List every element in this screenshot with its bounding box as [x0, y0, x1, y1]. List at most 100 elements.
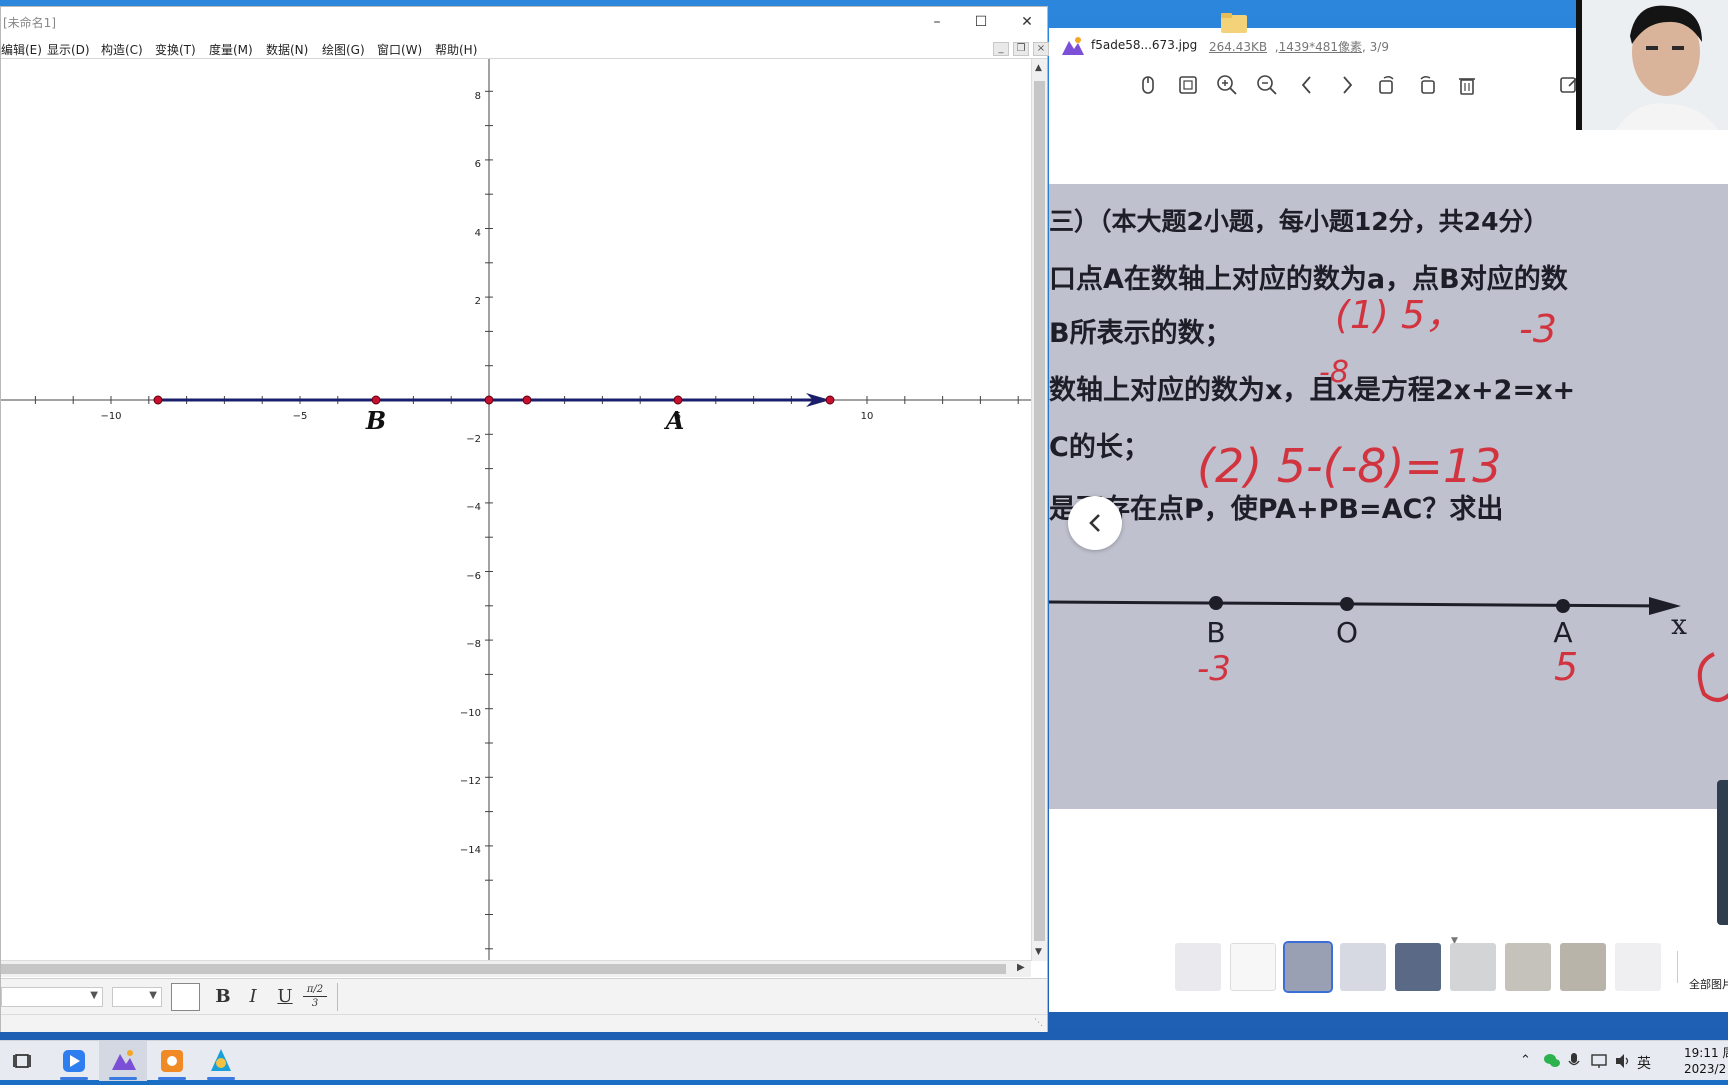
photo-label: O: [1336, 616, 1358, 649]
doc-close-button[interactable]: ×: [1033, 42, 1049, 56]
status-bar: ⋱: [1, 1014, 1047, 1032]
thumbnail[interactable]: [1450, 943, 1496, 991]
thumbnail[interactable]: [1395, 943, 1441, 991]
handwriting: -3: [1197, 649, 1231, 689]
menu-help[interactable]: 帮助(H): [435, 41, 477, 58]
previous-icon[interactable]: [1294, 72, 1320, 98]
mouse-icon[interactable]: [1135, 72, 1161, 98]
handwriting: -3: [1519, 307, 1557, 351]
printed-line: 数轴上对应的数为x，且x是方程2x+2=x+: [1049, 374, 1575, 406]
y-tick-label: −12: [460, 776, 481, 787]
doc-restore-button[interactable]: ❐: [1013, 42, 1029, 56]
point-a[interactable]: [673, 395, 683, 405]
task-view-button[interactable]: [0, 1041, 48, 1081]
file-meta: 264.43KB ,1439*481像素, 3/9: [1209, 40, 1389, 54]
next-icon[interactable]: [1334, 72, 1360, 98]
thumbnail[interactable]: [1175, 943, 1221, 991]
thumbnail[interactable]: [1560, 943, 1606, 991]
thumbnail[interactable]: [1505, 943, 1551, 991]
folder-icon[interactable]: [1220, 12, 1248, 34]
wechat-icon[interactable]: [1543, 1052, 1561, 1070]
y-tick-label: 6: [475, 159, 481, 170]
scroll-thumb[interactable]: [1, 964, 1006, 974]
point-unit[interactable]: [522, 395, 532, 405]
zoom-out-icon[interactable]: [1254, 72, 1280, 98]
point-origin[interactable]: [484, 395, 494, 405]
fit-screen-icon[interactable]: [1175, 72, 1201, 98]
menu-data[interactable]: 数据(N): [266, 41, 308, 58]
minimize-button[interactable]: –: [919, 10, 955, 34]
rotate-right-icon[interactable]: [1414, 72, 1440, 98]
photo-point-o: [1340, 597, 1354, 611]
all-images-link[interactable]: 全部图片: [1689, 976, 1728, 992]
printed-line: B所表示的数；: [1049, 317, 1232, 349]
show-hidden-icons-icon[interactable]: ⌃: [1520, 1053, 1531, 1068]
rotate-left-icon[interactable]: [1374, 72, 1400, 98]
sketch-canvas[interactable]: −10 −5 5 10 8 6 4 2 −2 −4 −6 −8 −10 −12 …: [1, 59, 1031, 960]
taskbar-app-slides[interactable]: [148, 1041, 196, 1081]
zoom-in-icon[interactable]: [1214, 72, 1240, 98]
strip-divider: [1677, 951, 1678, 983]
scroll-thumb[interactable]: [1034, 81, 1045, 941]
x-tick-label: −10: [100, 411, 121, 422]
taskbar-app-photos[interactable]: [99, 1041, 147, 1081]
file-size[interactable]: 264.43KB: [1209, 40, 1267, 54]
scroll-up-icon[interactable]: ▲: [1035, 63, 1042, 73]
chevron-down-icon: ▼: [149, 990, 157, 1001]
thumbnail-selected[interactable]: [1283, 941, 1333, 993]
y-tick-label: −8: [466, 639, 481, 650]
menu-display[interactable]: 显示(D): [47, 41, 90, 58]
image-dimensions[interactable]: 1439*481像素: [1279, 40, 1362, 54]
side-panel-tab[interactable]: [1717, 780, 1728, 925]
text-format-toolbar: ▼ ▼ B I U π/2 3: [1, 978, 1047, 1014]
resize-grip-icon[interactable]: ⋱: [1034, 1018, 1043, 1028]
menu-measure[interactable]: 度量(M): [209, 41, 253, 58]
point-right-end[interactable]: [825, 395, 835, 405]
printed-line: 口点A在数轴上对应的数为a，点B对应的数: [1049, 263, 1569, 295]
point-left-end[interactable]: [153, 395, 163, 405]
label-a[interactable]: A: [664, 406, 685, 435]
ime-indicator[interactable]: 英: [1637, 1053, 1651, 1073]
y-tick-label: −6: [466, 571, 481, 582]
menu-window[interactable]: 窗口(W): [377, 41, 422, 58]
webcam-overlay: [1576, 0, 1728, 130]
underline-button[interactable]: U: [274, 985, 296, 1009]
volume-icon[interactable]: [1614, 1052, 1632, 1070]
displayed-photo[interactable]: 三）（本大题2小题，每小题12分，共24分） 口点A在数轴上对应的数为a，点B对…: [1049, 184, 1728, 809]
scroll-down-icon[interactable]: ▼: [1035, 947, 1042, 957]
sketchpad-app-icon: [211, 1049, 231, 1071]
label-b[interactable]: B: [365, 406, 386, 435]
italic-button[interactable]: I: [242, 985, 264, 1009]
point-b[interactable]: [371, 395, 381, 405]
title-bar[interactable]: [未命名1] – ☐ ✕: [1, 7, 1047, 37]
photo-label: A: [1553, 616, 1572, 649]
horizontal-scrollbar[interactable]: ▶: [1, 960, 1031, 977]
font-size-select[interactable]: ▼: [112, 987, 162, 1007]
number-line[interactable]: B A: [153, 393, 835, 435]
close-button[interactable]: ✕: [1009, 10, 1045, 34]
math-format-top: π/2: [303, 983, 327, 997]
network-icon[interactable]: [1590, 1052, 1608, 1070]
scroll-right-icon[interactable]: ▶: [1017, 962, 1025, 973]
menu-construct[interactable]: 构造(C): [101, 41, 143, 58]
doc-minimize-button[interactable]: _: [993, 42, 1009, 56]
thumbnail[interactable]: [1615, 943, 1661, 991]
text-color-swatch[interactable]: [171, 983, 200, 1011]
thumbnail[interactable]: [1230, 943, 1276, 991]
menu-graph[interactable]: 绘图(G): [322, 41, 365, 58]
font-family-select[interactable]: ▼: [1, 987, 103, 1007]
microphone-icon[interactable]: [1566, 1051, 1582, 1071]
taskbar-app-player[interactable]: [50, 1041, 98, 1081]
taskbar-app-sketchpad[interactable]: [197, 1041, 245, 1081]
math-format-button[interactable]: π/2 3: [303, 983, 327, 1011]
bold-button[interactable]: B: [212, 985, 234, 1009]
clock-date[interactable]: 2023/2: [1684, 1062, 1726, 1076]
previous-image-button[interactable]: [1068, 496, 1122, 550]
delete-icon[interactable]: [1454, 72, 1480, 98]
thumbnail[interactable]: [1340, 943, 1386, 991]
vertical-scrollbar[interactable]: ▲ ▼: [1031, 59, 1047, 961]
clock-time[interactable]: 19:11 周: [1684, 1044, 1728, 1061]
maximize-button[interactable]: ☐: [963, 10, 999, 34]
menu-edit[interactable]: 编辑(E): [1, 41, 42, 58]
menu-transform[interactable]: 变换(T): [155, 41, 196, 58]
